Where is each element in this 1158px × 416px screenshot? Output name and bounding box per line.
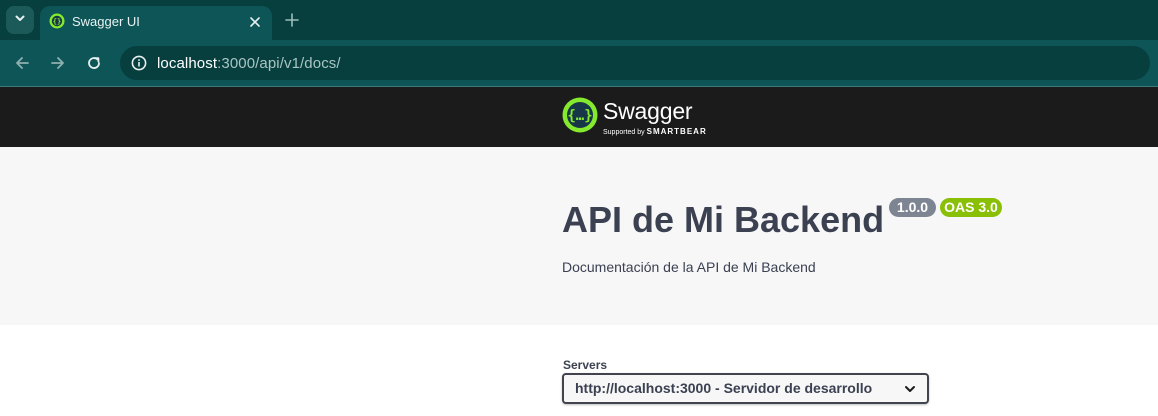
browser-tab-strip: {} Swagger UI — [0, 0, 1158, 40]
api-info-section: API de Mi Backend 1.0.0 OAS 3.0 Document… — [0, 147, 1158, 325]
url-text[interactable]: localhost:3000/api/v1/docs/ — [157, 55, 341, 72]
swagger-favicon-icon: {} — [49, 13, 65, 29]
smartbear-text: SMARTBEAR — [646, 127, 707, 136]
swagger-logo-tagline: Supported by SMARTBEAR — [603, 127, 707, 136]
swagger-logo-text: Swagger — [603, 98, 693, 124]
url-host: localhost — [157, 55, 218, 72]
svg-text:{}: {} — [53, 18, 61, 26]
close-icon[interactable] — [246, 13, 264, 31]
servers-label: Servers — [563, 358, 608, 372]
address-bar[interactable]: localhost:3000/api/v1/docs/ — [120, 46, 1150, 80]
oas-badge: OAS 3.0 — [940, 198, 1002, 217]
tab-search-button[interactable] — [6, 6, 34, 34]
browser-toolbar: localhost:3000/api/v1/docs/ — [0, 40, 1158, 86]
back-arrow-icon[interactable] — [10, 51, 34, 75]
servers-selected-value: http://localhost:3000 - Servidor de desa… — [575, 380, 873, 396]
tab-title: Swagger UI — [72, 14, 140, 29]
swagger-logo[interactable]: {…} Swagger Supported by SMARTBEAR — [562, 97, 712, 137]
swagger-topbar: {…} Swagger Supported by SMARTBEAR — [0, 87, 1158, 147]
supported-by-text: Supported by — [603, 129, 645, 136]
browser-tab[interactable]: {} Swagger UI — [40, 6, 272, 40]
swagger-logo-icon: {…} — [562, 97, 598, 138]
plus-icon[interactable] — [282, 10, 302, 30]
api-title: API de Mi Backend — [562, 199, 885, 240]
chevron-down-icon — [14, 11, 26, 29]
version-badge: 1.0.0 — [889, 198, 936, 217]
reload-icon[interactable] — [82, 51, 106, 75]
chevron-down-icon — [904, 382, 916, 394]
servers-select[interactable]: http://localhost:3000 - Servidor de desa… — [562, 373, 929, 404]
url-path: :3000/api/v1/docs/ — [217, 55, 341, 72]
svg-text:{…}: {…} — [567, 108, 592, 124]
forward-arrow-icon[interactable] — [46, 51, 70, 75]
site-info-icon[interactable] — [126, 50, 152, 76]
api-description: Documentación de la API de Mi Backend — [562, 259, 816, 275]
